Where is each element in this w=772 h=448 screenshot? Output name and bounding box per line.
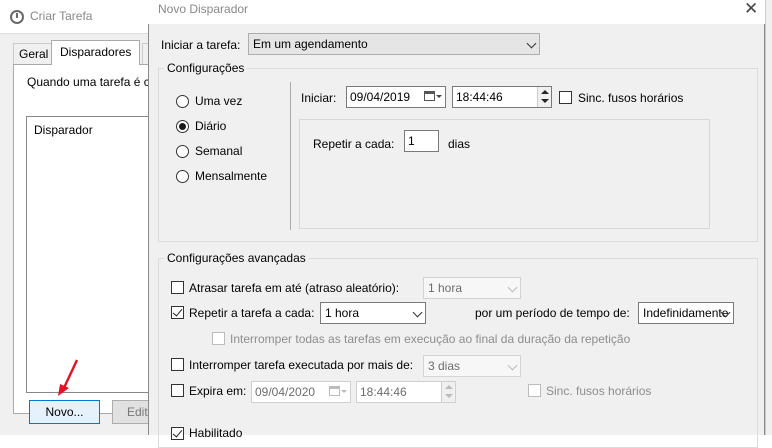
expire-date-picker[interactable]: 09/04/2020 <box>251 381 351 403</box>
stop-if-runs-value: 3 dias <box>428 359 461 373</box>
spin-up-icon[interactable] <box>445 385 453 389</box>
calendar-icon <box>329 386 340 396</box>
stop-if-runs-select[interactable]: 3 dias <box>423 355 521 377</box>
radio-once[interactable]: Uma vez <box>176 94 286 110</box>
tab-geral[interactable]: Geral <box>13 43 55 64</box>
tab-disparadores[interactable]: Disparadores <box>51 40 141 65</box>
radio-weekly-label: Semanal <box>195 144 243 158</box>
radio-button[interactable] <box>176 170 189 183</box>
radio-button[interactable] <box>176 145 189 158</box>
expire-time-input[interactable]: 18:44:46 <box>356 381 456 403</box>
time-spinner[interactable] <box>537 87 551 107</box>
advanced-settings-group-label: Configurações avançadas <box>164 251 309 265</box>
start-task-value: Em um agendamento <box>253 37 368 51</box>
triggers-list[interactable] <box>26 116 160 393</box>
repeat-days-value: 1 <box>408 134 415 148</box>
repeat-days-input[interactable]: 1 <box>404 130 439 152</box>
background-window-title: Criar Tarefa <box>30 9 93 23</box>
time-spinner[interactable] <box>441 382 455 402</box>
new-trigger-button[interactable]: Novo... <box>29 400 100 424</box>
annotation-arrow-icon <box>58 359 79 396</box>
close-icon[interactable]: ✕ <box>744 0 758 19</box>
repeat-task-label: Repetir a tarefa a cada: <box>189 306 315 320</box>
delay-select[interactable]: 1 hora <box>423 277 521 299</box>
chevron-down-icon <box>507 360 518 371</box>
expire-sync-checkbox[interactable] <box>528 384 541 397</box>
stop-if-runs-checkbox[interactable] <box>171 358 184 371</box>
calendar-dropdown[interactable] <box>326 382 347 402</box>
spin-down-icon[interactable] <box>445 394 453 398</box>
enabled-checkbox[interactable] <box>171 427 184 440</box>
calendar-icon <box>424 91 435 101</box>
expire-checkbox[interactable] <box>171 384 184 397</box>
recurrence-panel <box>299 119 710 229</box>
stop-if-runs-label: Interromper tarefa executada por mais de… <box>189 358 414 372</box>
radio-monthly[interactable]: Mensalmente <box>176 169 286 185</box>
dialog-title: Novo Disparador <box>158 2 249 16</box>
chevron-down-icon <box>412 307 423 318</box>
start-label: Iniciar: <box>301 91 337 105</box>
radio-button[interactable] <box>176 95 189 108</box>
settings-group-label: Configurações <box>164 61 248 75</box>
radio-once-label: Uma vez <box>195 94 243 108</box>
radio-daily-label: Diário <box>195 119 227 133</box>
spin-up-icon[interactable] <box>541 90 549 94</box>
calendar-dropdown[interactable] <box>421 87 442 107</box>
delay-label: Atrasar tarefa em até (atraso aleatório)… <box>189 281 400 295</box>
delay-checkbox[interactable] <box>171 281 184 294</box>
background-window-right-edge <box>765 0 772 435</box>
chevron-down-icon <box>507 282 518 293</box>
expire-date-value: 09/04/2020 <box>255 385 316 399</box>
enabled-label: Habilitado <box>189 426 243 440</box>
radio-monthly-label: Mensalmente <box>195 169 268 183</box>
chevron-down-icon <box>341 390 347 393</box>
repeat-interval-value: 1 hora <box>325 306 360 320</box>
start-task-select[interactable]: Em um agendamento <box>248 33 540 55</box>
delay-value: 1 hora <box>428 281 463 295</box>
radio-weekly[interactable]: Semanal <box>176 144 286 160</box>
expire-sync-label: Sinc. fusos horários <box>546 384 652 398</box>
stop-all-label: Interromper todas as tarefas em execução… <box>230 332 631 346</box>
sync-timezones-checkbox[interactable] <box>559 91 572 104</box>
expire-label: Expira em: <box>189 384 247 398</box>
radio-daily[interactable]: Diário <box>176 119 286 135</box>
repeat-interval-select[interactable]: 1 hora <box>320 302 426 324</box>
vertical-divider <box>290 82 291 230</box>
triggers-description: Quando uma tarefa é c <box>27 75 150 89</box>
radio-button[interactable] <box>176 120 189 133</box>
sync-timezones-label: Sinc. fusos horários <box>578 91 684 105</box>
task-scheduler-icon <box>10 10 24 24</box>
duration-value: Indefinidamente <box>643 306 729 320</box>
start-time-input[interactable]: 18:44:46 <box>452 86 552 108</box>
repeat-days-unit: dias <box>448 137 471 151</box>
start-date-value: 09/04/2019 <box>350 90 411 104</box>
duration-select[interactable]: Indefinidamente <box>638 302 734 324</box>
stop-all-checkbox[interactable] <box>212 332 225 345</box>
chevron-down-icon <box>526 38 537 49</box>
triggers-list-header[interactable]: Disparador <box>34 123 93 137</box>
start-task-label: Iniciar a tarefa: <box>161 38 241 52</box>
spin-down-icon[interactable] <box>541 99 549 103</box>
duration-label: por um período de tempo de: <box>475 306 630 320</box>
expire-time-value: 18:44:46 <box>360 385 407 399</box>
repeat-every-label: Repetir a cada: <box>313 137 395 151</box>
start-time-value: 18:44:46 <box>456 90 503 104</box>
chevron-down-icon <box>436 95 442 98</box>
repeat-task-checkbox[interactable] <box>171 306 184 319</box>
start-date-picker[interactable]: 09/04/2019 <box>346 86 446 108</box>
